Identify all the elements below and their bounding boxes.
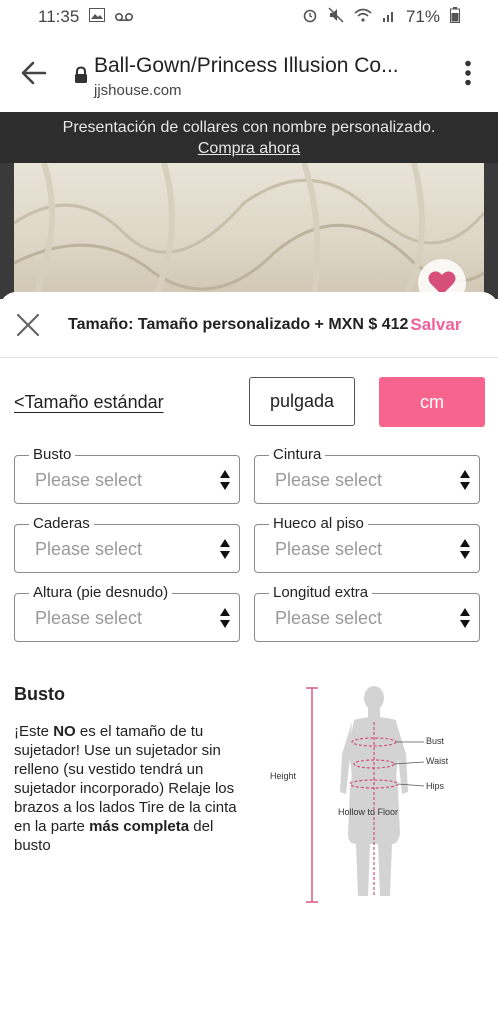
extra-length-select[interactable]: Longitud extra Please select (254, 584, 480, 642)
waist-select[interactable]: Cintura Please select (254, 446, 480, 504)
sort-arrows-icon (460, 470, 470, 490)
promo-link[interactable]: Compra ahora (198, 138, 300, 159)
field-label: Busto (29, 446, 76, 464)
overflow-menu-button[interactable] (438, 34, 498, 112)
close-icon (16, 313, 40, 336)
field-label: Longitud extra (269, 584, 373, 602)
field-label: Altura (pie desnudo) (29, 584, 173, 602)
custom-size-sheet: Tamaño: Tamaño personalizado + MXN $ 412… (0, 292, 498, 1024)
promo-banner: Presentación de collares con nombre pers… (0, 112, 498, 163)
hollow-to-floor-select[interactable]: Hueco al piso Please select (254, 515, 480, 573)
product-image (0, 163, 498, 299)
back-button[interactable] (0, 34, 68, 112)
field-value: Please select (35, 608, 143, 628)
sheet-header: Tamaño: Tamaño personalizado + MXN $ 412… (0, 292, 498, 358)
diagram-label-hollow: Hollow to Floor (338, 807, 398, 817)
field-label: Hueco al piso (269, 515, 368, 533)
sort-arrows-icon (460, 608, 470, 628)
voicemail-icon (115, 7, 134, 27)
status-left: 11:35 (38, 7, 134, 27)
diagram-label-hips: Hips (426, 781, 445, 791)
gallery-icon (89, 7, 106, 27)
diagram-label-bust: Bust (426, 736, 445, 746)
page-title: Ball-Gown/Princess Illusion Co... (94, 53, 399, 77)
bust-select[interactable]: Busto Please select (14, 446, 240, 504)
close-button[interactable] (0, 292, 56, 358)
field-label: Cintura (269, 446, 326, 464)
status-right: 71% (302, 6, 460, 28)
field-value: Please select (35, 470, 143, 490)
url-area[interactable]: Ball-Gown/Princess Illusion Co... jjshou… (68, 48, 438, 99)
diagram-label-height: Height (270, 771, 297, 781)
field-value: Please select (275, 470, 383, 490)
hips-select[interactable]: Caderas Please select (14, 515, 240, 573)
clock: 11:35 (38, 7, 80, 26)
unit-inch-button[interactable]: pulgada (249, 377, 355, 426)
diagram-label-waist: Waist (426, 756, 449, 766)
lock-icon (68, 54, 94, 84)
field-label: Caderas (29, 515, 94, 533)
wifi-icon (354, 7, 372, 27)
guide-text-part: ¡Este (14, 723, 54, 740)
field-value: Please select (35, 539, 143, 559)
field-value: Please select (275, 608, 383, 628)
sort-arrows-icon (220, 470, 230, 490)
dress-photo (13, 163, 486, 299)
sort-arrows-icon (460, 539, 470, 559)
body-measurement-diagram: Height Bust Waist Hips Hollow to Floor (270, 686, 449, 903)
promo-text: Presentación de collares con nombre pers… (62, 119, 436, 136)
measure-guide-title: Busto (14, 684, 65, 704)
mute-icon (328, 6, 344, 28)
browser-toolbar: Ball-Gown/Princess Illusion Co... jjshou… (0, 34, 498, 112)
battery-level: 71% (405, 7, 440, 26)
unit-row: <Tamaño estándar pulgada cm (0, 377, 498, 427)
standard-size-link[interactable]: <Tamaño estándar (14, 392, 164, 413)
more-vertical-icon (465, 60, 471, 86)
battery-icon (450, 6, 460, 28)
url-titles: Ball-Gown/Princess Illusion Co... jjshou… (94, 54, 424, 99)
sheet-title: Tamaño: Tamaño personalizado + MXN $ 412 (68, 315, 409, 333)
save-button[interactable]: Salvar (410, 315, 461, 335)
height-select[interactable]: Altura (pie desnudo) Please select (14, 584, 240, 642)
measure-guide-text: ¡Este NO es el tamaño de tu sujetador! U… (14, 722, 244, 855)
signal-icon (382, 7, 396, 27)
alarm-icon (302, 7, 318, 28)
guide-text-bold: más completa (89, 818, 190, 835)
unit-cm-button[interactable]: cm (379, 377, 485, 427)
sort-arrows-icon (220, 608, 230, 628)
page-domain: jjshouse.com (94, 81, 182, 99)
sort-arrows-icon (220, 539, 230, 559)
field-value: Please select (275, 539, 383, 559)
height-bracket (306, 687, 318, 903)
guide-text-bold: NO (53, 723, 76, 740)
arrow-left-icon (21, 61, 47, 85)
status-bar: 11:35 71% (0, 0, 498, 34)
